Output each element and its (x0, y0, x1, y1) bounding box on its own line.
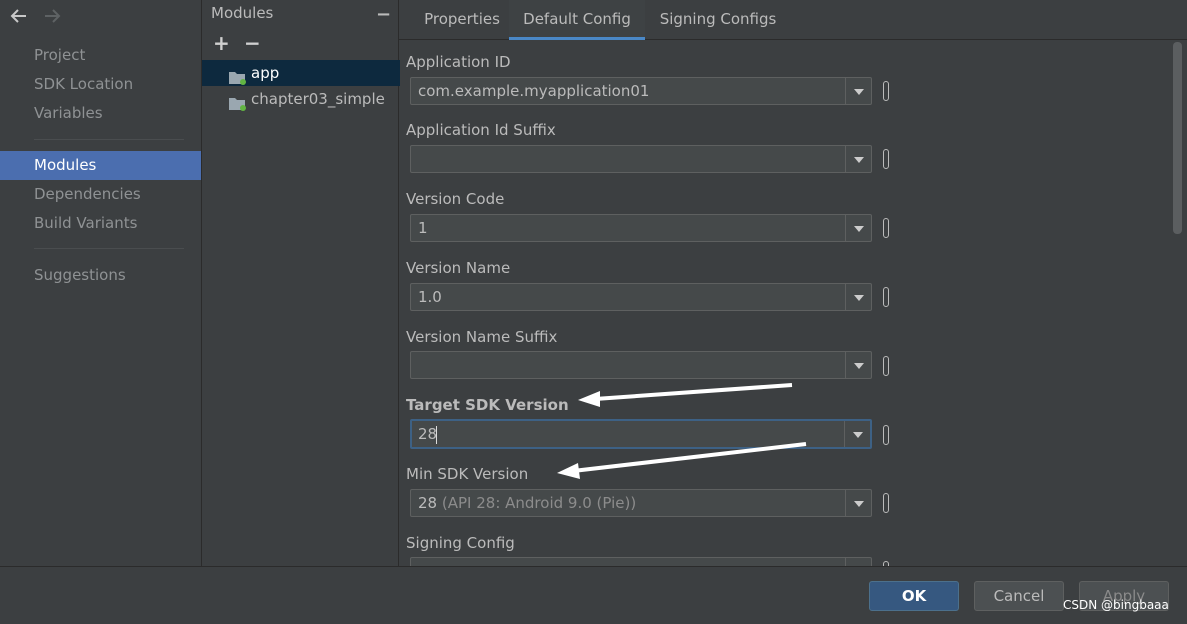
watermark: CSDN @bingbaaa (1063, 598, 1169, 612)
arrow-annotation-min-sdk (557, 442, 807, 479)
cancel-button[interactable]: Cancel (974, 581, 1064, 611)
annotation-arrows (557, 383, 807, 479)
ok-button[interactable]: OK (869, 581, 959, 611)
arrow-annotation-target-sdk (578, 383, 793, 407)
